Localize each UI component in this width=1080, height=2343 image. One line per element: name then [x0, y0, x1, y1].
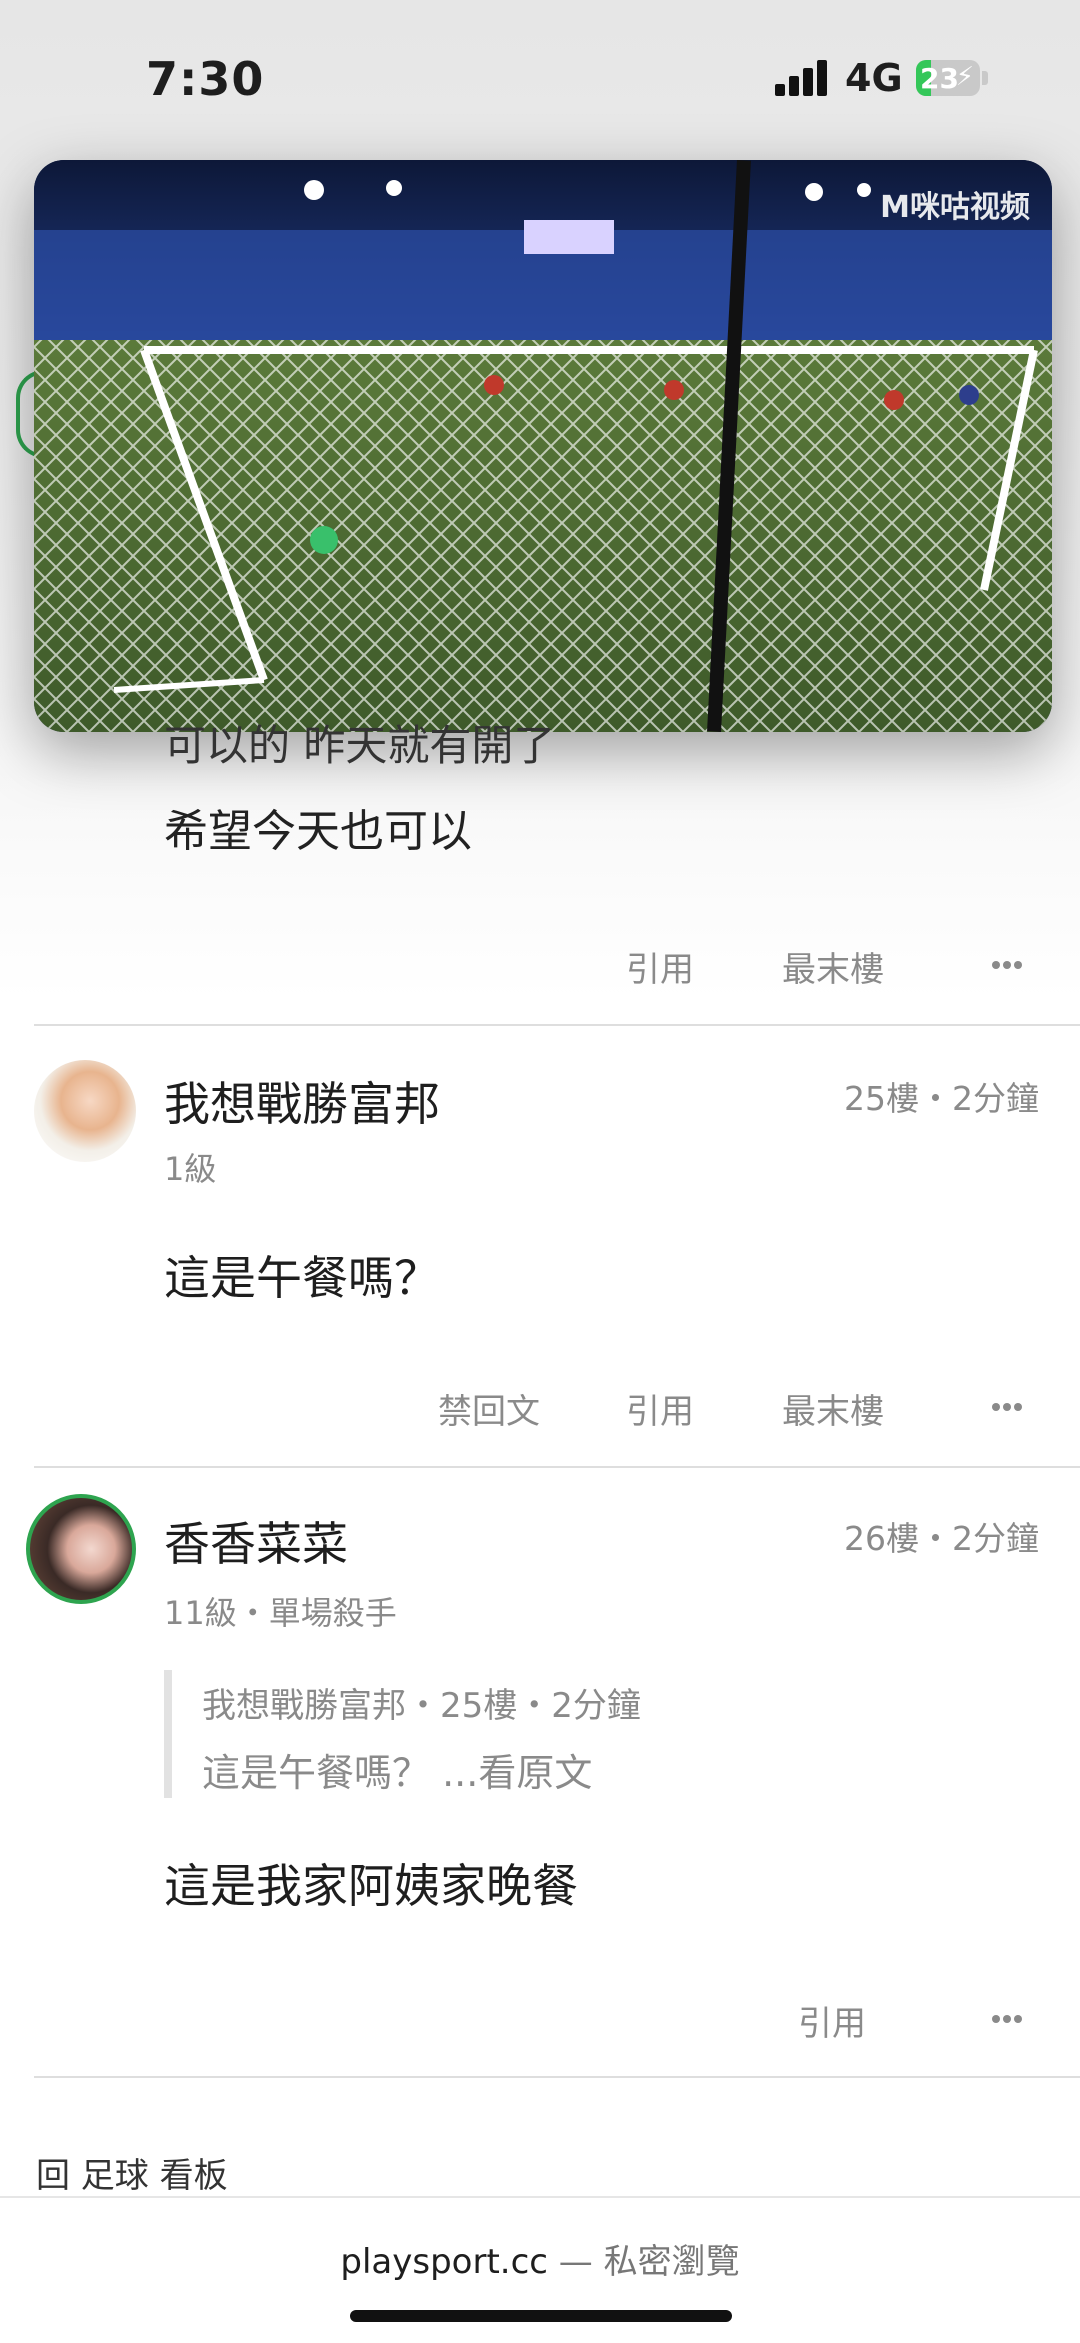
post-content: 這是我家阿姨家晚餐 — [164, 1859, 578, 1913]
quote-button[interactable]: 引用 — [626, 942, 694, 991]
quote-text-link[interactable]: 這是午餐嗎？ ...看原文 — [202, 1742, 592, 1797]
last-floor-button[interactable]: 最末樓 — [782, 942, 884, 991]
browser-address-bar[interactable]: playsport.cc — 私密瀏覽 — [0, 2196, 1080, 2343]
cellular-signal-icon — [775, 60, 827, 96]
quoted-reply: 我想戰勝富邦・25樓・2分鐘 這是午餐嗎？ ...看原文 — [164, 1670, 712, 1798]
address-url[interactable]: playsport.cc — 私密瀏覽 — [0, 2234, 1080, 2283]
avatar[interactable] — [26, 1494, 136, 1604]
status-time: 7:30 — [146, 52, 265, 106]
home-indicator[interactable] — [350, 2310, 732, 2322]
post-divider — [34, 2076, 1080, 2078]
post-24-content-line1: 可以的 昨天就有開了 — [164, 721, 556, 770]
battery-percent: 23 — [920, 62, 959, 95]
battery-icon: 23 ⚡ — [916, 60, 980, 96]
video-watermark-logo: M咪咕视频 — [880, 190, 1030, 225]
user-level: 1級 — [164, 1150, 217, 1188]
battery-cap — [982, 71, 988, 85]
more-options-icon[interactable] — [992, 961, 1022, 969]
block-reply-button[interactable]: 禁回文 — [438, 1384, 540, 1433]
username[interactable]: 我想戰勝富邦 — [164, 1068, 440, 1134]
avatar[interactable] — [34, 1060, 136, 1162]
soccer-video-frame — [34, 160, 1052, 732]
post-meta: 26樓・2分鐘 — [844, 1519, 1039, 1558]
post-meta: 25樓・2分鐘 — [844, 1079, 1039, 1118]
url-domain: playsport.cc — [340, 2242, 548, 2282]
private-browsing-label: 私密瀏覽 — [603, 2242, 740, 2282]
quote-button[interactable]: 引用 — [626, 1384, 694, 1433]
url-separator: — — [547, 2242, 604, 2282]
post-divider — [34, 1024, 1080, 1026]
last-floor-button[interactable]: 最末樓 — [782, 1384, 884, 1433]
picture-in-picture-video[interactable]: M咪咕视频 — [34, 160, 1052, 732]
quote-button[interactable]: 引用 — [798, 1996, 866, 2045]
network-type: 4G — [845, 56, 903, 100]
quote-header: 我想戰勝富邦・25樓・2分鐘 — [202, 1686, 641, 1726]
post-content: 這是午餐嗎？ — [164, 1251, 440, 1305]
post-divider — [34, 1466, 1080, 1468]
more-options-icon[interactable] — [992, 1403, 1022, 1411]
more-options-icon[interactable] — [992, 2015, 1022, 2023]
back-to-board-link[interactable]: 回 足球 看板 — [36, 2148, 228, 2197]
post-24-content-line2: 希望今天也可以 — [164, 806, 472, 857]
user-level: 11級・單場殺手 — [164, 1594, 397, 1632]
username[interactable]: 香香菜菜 — [164, 1508, 348, 1574]
charging-bolt-icon: ⚡ — [955, 62, 974, 92]
status-bar: 7:30 4G 23 ⚡ — [0, 0, 1080, 150]
